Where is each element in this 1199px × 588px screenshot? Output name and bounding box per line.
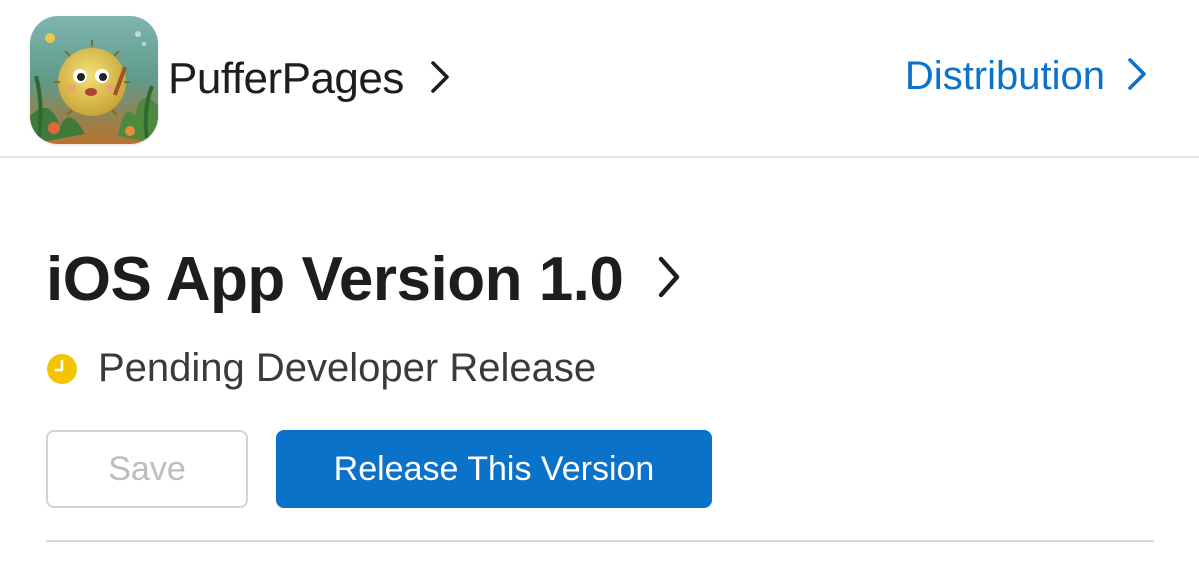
app-header: PufferPages Distribution xyxy=(0,0,1199,158)
app-name-link[interactable]: PufferPages xyxy=(168,54,450,104)
release-this-version-button[interactable]: Release This Version xyxy=(276,430,712,508)
app-name: PufferPages xyxy=(168,54,404,103)
distribution-link[interactable]: Distribution xyxy=(905,54,1147,99)
pufferfish-app-icon[interactable] xyxy=(30,16,158,144)
status-badge: Pending Developer Release xyxy=(46,346,596,391)
version-title-link[interactable]: iOS App Version 1.0 xyxy=(46,244,681,315)
clock-icon xyxy=(46,353,78,385)
page-title: iOS App Version 1.0 xyxy=(46,245,624,314)
app-icon-artwork xyxy=(30,16,158,144)
distribution-label: Distribution xyxy=(904,54,1105,98)
divider xyxy=(46,540,1154,542)
chevron-right-icon xyxy=(657,255,681,304)
status-text: Pending Developer Release xyxy=(98,346,597,390)
save-button[interactable]: Save xyxy=(46,430,248,508)
chevron-right-icon xyxy=(430,60,450,99)
chevron-right-icon xyxy=(1127,57,1147,96)
